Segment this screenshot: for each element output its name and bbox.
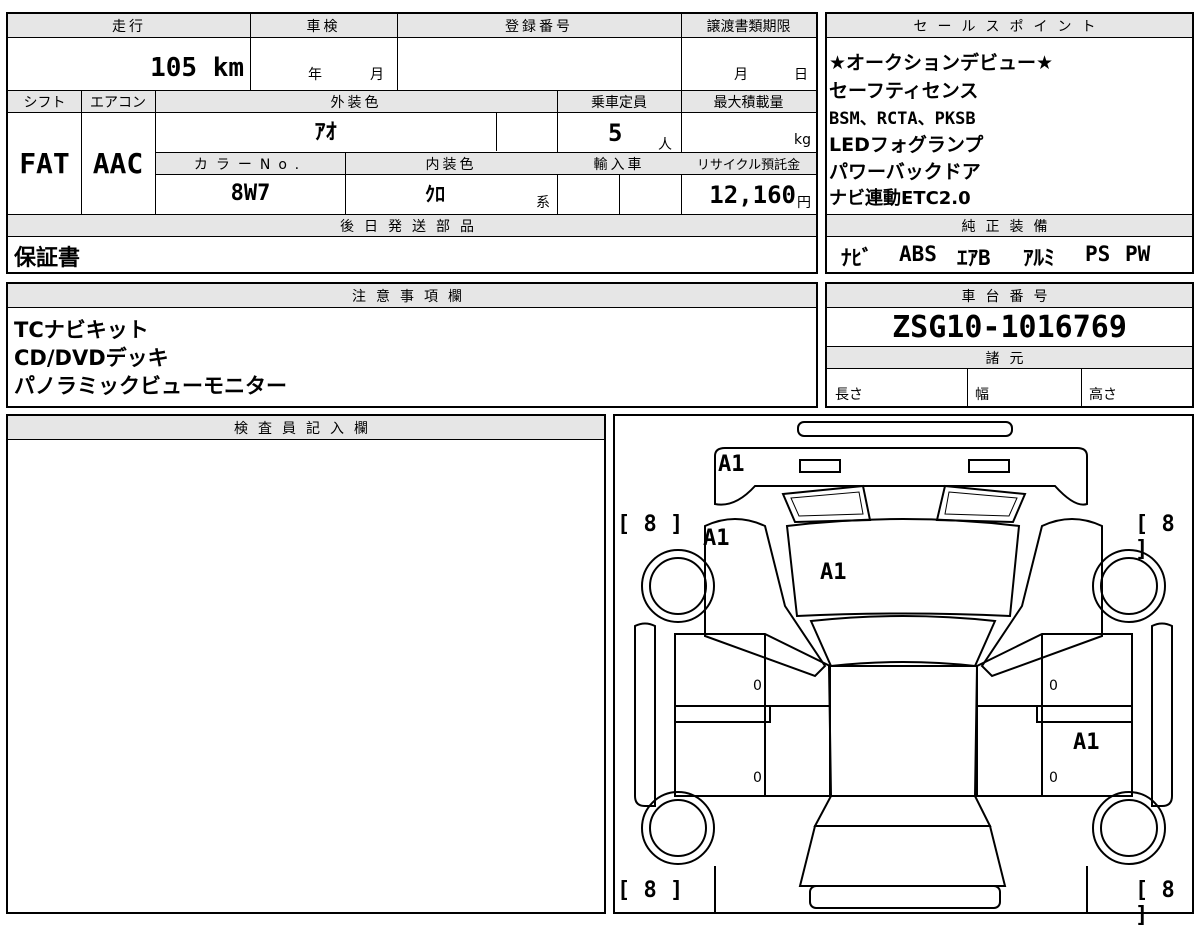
inspector-block: 検査員記入欄 (6, 414, 606, 914)
color-no-header: カラーNo. (156, 153, 345, 175)
notes-block: 注意事項欄 TCナビキット CD/DVDデッキ パノラミックビューモニター (6, 282, 818, 408)
mileage-value: 105 km (150, 53, 244, 83)
max-load-header: 最大積載量 (681, 91, 816, 113)
recycle-header: リサイクル預託金 (681, 153, 816, 175)
tire-rl-mark: [ 8 ] (617, 878, 684, 903)
sales-points-header: セールスポイント (827, 14, 1192, 38)
vehicle-damage-diagram: [ 8 ] [ 8 ] [ 8 ] [ 8 ] A1 A1 A1 A1 0 0 … (613, 414, 1194, 928)
capacity-header: 乗車定員 (557, 91, 681, 113)
damage-mark-hood: A1 (820, 560, 847, 585)
notes-line: CD/DVDデッキ (14, 346, 169, 370)
sales-point-line: パワーバックドア (829, 161, 981, 183)
interior-color-header: 内装色 (345, 153, 557, 175)
registration-header: 登録番号 (397, 14, 681, 38)
sales-point-line: ★オークションデビュー★ (829, 52, 1054, 74)
sales-point-line: セーフティセンス (829, 80, 979, 102)
shift-value: FAT (19, 147, 70, 180)
capacity-value: 5 (608, 119, 623, 147)
transfer-deadline-header: 譲渡書類期限 (681, 14, 816, 38)
equipment-item: PW (1125, 242, 1151, 266)
damage-mark-right-rear-door: A1 (1073, 730, 1100, 755)
chassis-header: 車台番号 (827, 284, 1192, 308)
aircon-value: AAC (92, 147, 144, 180)
equipment-item: PS (1085, 242, 1111, 266)
exterior-color-value: ｱｵ (314, 120, 337, 145)
vehicle-info-block: 走行 車検 登録番号 譲渡書類期限 105 km 年 月 月 日 シフト エアコ… (6, 12, 818, 274)
sales-points-block: セールスポイント ★オークションデビュー★ セーフティセンス BSM、RCTA、… (825, 12, 1194, 274)
chassis-number: ZSG10-1016769 (892, 310, 1127, 345)
damage-mark-front-bumper: A1 (718, 452, 745, 477)
length-label: 長さ (835, 387, 863, 403)
spec-header: 諸元 (827, 347, 1192, 369)
import-header: 輸入車 (557, 153, 681, 175)
sales-point-line: BSM、RCTA、PKSB (829, 109, 976, 129)
chassis-block: 車台番号 ZSG10-1016769 諸元 長さ 幅 高さ (825, 282, 1194, 408)
inspection-year-unit: 年 (308, 67, 322, 83)
color-no-value: 8W7 (230, 181, 271, 206)
equipment-item: ｱﾙﾐ (1023, 246, 1055, 270)
interior-color-value: ｸﾛ (425, 182, 445, 206)
interior-color-suffix: 系 (536, 195, 550, 211)
car-outline (634, 421, 1173, 912)
later-parts-header: 後日発送部品 (8, 215, 816, 237)
damage-mark-left-fender: A1 (703, 526, 730, 551)
max-load-unit: kg (794, 132, 811, 148)
recycle-unit: 円 (797, 195, 811, 211)
door-left-front-mark: 0 (753, 678, 762, 694)
door-right-rear-mark: 0 (1049, 770, 1058, 786)
inspection-month-unit: 月 (370, 67, 384, 83)
notes-line: TCナビキット (14, 318, 149, 342)
inspection-header: 車検 (250, 14, 397, 38)
recycle-value: 12,160 (709, 181, 796, 209)
sales-point-line: ナビ連動ETC2.0 (829, 188, 971, 209)
aircon-header: エアコン (81, 91, 155, 113)
equipment-item: ﾅﾋﾞ (841, 246, 873, 270)
mileage-header: 走行 (8, 14, 250, 38)
shift-header: シフト (8, 91, 81, 113)
sales-point-line: LEDフォグランプ (829, 134, 984, 156)
tire-fr-mark: [ 8 ] (1135, 512, 1175, 562)
exterior-color-header: 外装色 (155, 91, 557, 113)
door-left-rear-mark: 0 (753, 770, 762, 786)
tire-fl-mark: [ 8 ] (617, 512, 684, 537)
width-label: 幅 (975, 387, 989, 403)
height-label: 高さ (1089, 387, 1117, 403)
transfer-month-unit: 月 (734, 67, 748, 83)
tire-rr-mark: [ 8 ] (1135, 878, 1175, 928)
notes-header: 注意事項欄 (8, 284, 816, 308)
door-right-front-mark: 0 (1049, 678, 1058, 694)
capacity-unit: 人 (658, 137, 672, 153)
transfer-day-unit: 日 (794, 67, 808, 83)
notes-line: パノラミックビューモニター (14, 374, 287, 398)
genuine-equipment-header: 純正装備 (827, 215, 1192, 237)
equipment-item: ABS (899, 242, 937, 266)
inspector-header: 検査員記入欄 (8, 416, 604, 440)
later-parts-value: 保証書 (14, 246, 81, 271)
equipment-item: ｴｱB (957, 246, 991, 270)
